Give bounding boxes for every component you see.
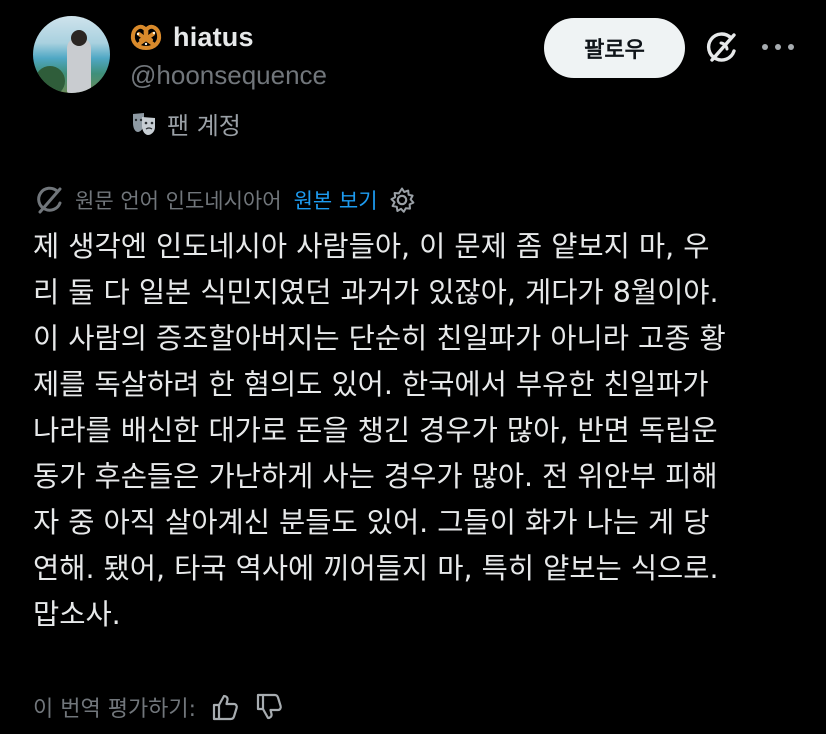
fan-account-label: 팬 계정 — [167, 111, 241, 140]
post-text-line: 연해. 됐어, 타국 역사에 끼어들지 마, 특히 얕보는 식으로. — [33, 552, 719, 585]
post-text-line: 이 사람의 증조할아버지는 단순히 친일파가 아니라 고종 황 — [33, 322, 726, 355]
post-text-line: 리 둘 다 일본 식민지였던 과거가 있잖아, 게다가 8월이야. — [33, 276, 719, 309]
follow-button[interactable]: 팔로우 — [544, 18, 685, 78]
grok-icon[interactable] — [703, 29, 741, 67]
post-text-line: 동가 후손들은 가난하게 사는 경우가 많아. 전 위안부 피해 — [33, 460, 718, 493]
gear-icon[interactable] — [388, 186, 416, 214]
user-handle[interactable]: @hoonsequence — [130, 60, 327, 91]
avatar-person-shape — [67, 38, 91, 93]
more-icon[interactable] — [760, 40, 796, 54]
display-name[interactable]: hiatus — [173, 22, 254, 53]
original-language-label: 원문 언어 인도네시아어 — [75, 189, 282, 213]
post-text: 제 생각엔 인도네시아 사람들아, 이 문제 좀 얕보지 마, 우 리 둘 다 … — [33, 224, 793, 638]
show-original-link[interactable]: 원본 보기 — [294, 185, 378, 215]
name-row: hiatus — [129, 18, 254, 56]
fan-account-badge: 팬 계정 — [131, 106, 241, 140]
post-text-line: 나라를 배신한 대가로 돈을 챙긴 경우가 많아, 반면 독립운 — [33, 414, 718, 447]
avatar-tree-shape — [35, 66, 65, 93]
grok-translate-icon — [37, 186, 62, 214]
post-text-line: 제를 독살하려 한 혐의도 있어. 한국에서 부유한 친일파가 — [33, 368, 709, 401]
performing-arts-icon — [133, 113, 155, 135]
translation-info: 원문 언어 인도네시아어 원본 보기 — [33, 183, 416, 217]
rate-translation: 이 번역 평가하기: — [33, 690, 284, 724]
post-text-line: 자 중 아직 살아계신 분들도 있어. 그들이 화가 나는 게 당 — [33, 506, 710, 539]
thumbs-down-icon[interactable] — [254, 692, 284, 722]
thumbs-up-icon[interactable] — [210, 692, 240, 722]
avatar-head-shape — [71, 30, 87, 46]
avatar[interactable] — [33, 16, 110, 93]
pretzel-icon — [130, 24, 162, 50]
post-text-line: 맙소사. — [33, 598, 121, 631]
post-text-line: 제 생각엔 인도네시아 사람들아, 이 문제 좀 얕보지 마, 우 — [33, 230, 710, 263]
rate-translation-label: 이 번역 평가하기: — [33, 697, 197, 722]
